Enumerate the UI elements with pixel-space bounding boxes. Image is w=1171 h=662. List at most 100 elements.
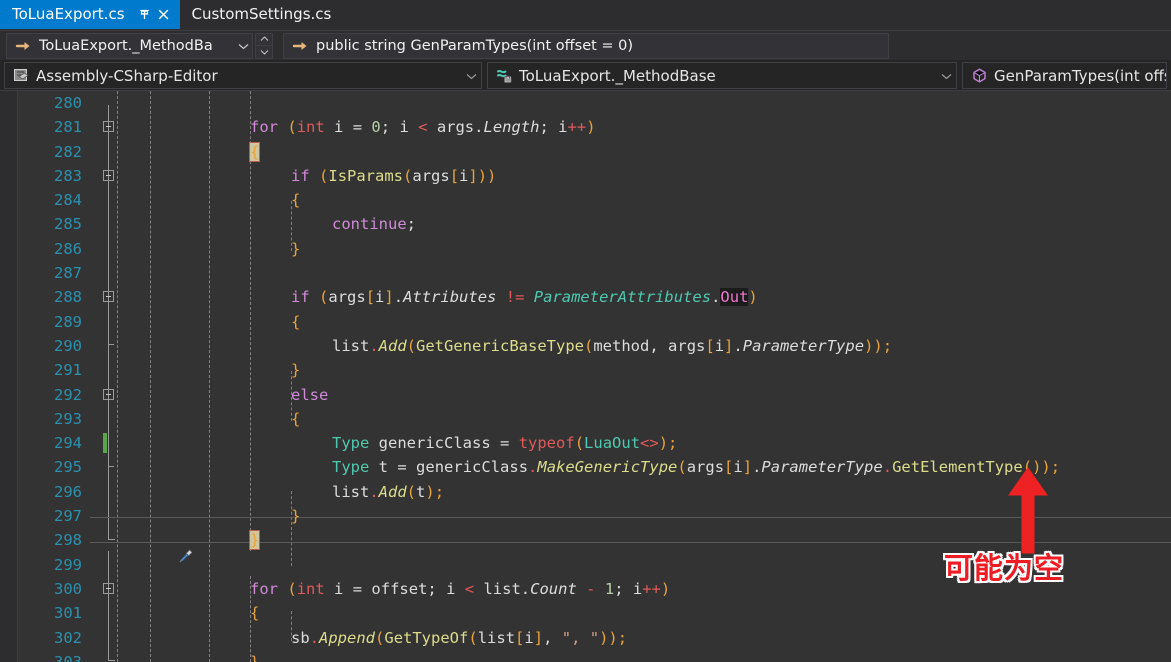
- tab-icon-group: [134, 6, 172, 23]
- code-text: list.Add(t);: [332, 482, 445, 501]
- code-line[interactable]: 284 {: [18, 188, 1171, 212]
- code-text: {: [291, 409, 301, 428]
- type-dropdown-label: ToLuaExport._MethodBa: [39, 37, 213, 54]
- line-number: 296: [54, 482, 82, 501]
- code-line[interactable]: 288 if (args[i].Attributes != ParameterA…: [18, 285, 1171, 309]
- code-line[interactable]: 296 list.Add(t);: [18, 480, 1171, 504]
- scope-navigation-bar: Assembly-CSharp-Editor ToLuaExport._Meth…: [0, 60, 1171, 91]
- type-scope-dropdown-label: ToLuaExport._MethodBase: [519, 66, 716, 85]
- code-line[interactable]: 294 Type genericClass = typeof(LuaOut<>)…: [18, 431, 1171, 455]
- outlining-collapse-toggle[interactable]: [103, 121, 114, 133]
- visual-studio-window: ToLuaExport.cs CustomSettings.cs ToLuaEx…: [0, 0, 1171, 662]
- type-dropdown[interactable]: ToLuaExport._MethodBa: [6, 32, 253, 59]
- line-number: 294: [54, 434, 82, 453]
- line-number: 297: [54, 507, 82, 526]
- line-number: 283: [54, 166, 82, 185]
- code-text: {: [250, 604, 260, 623]
- screwdriver-icon[interactable]: [84, 530, 193, 563]
- tab-toluaexport-cs[interactable]: ToLuaExport.cs: [0, 0, 180, 29]
- type-scope-dropdown[interactable]: ToLuaExport._MethodBase: [487, 62, 957, 89]
- code-text: {: [291, 312, 301, 331]
- code-text: list.Add(GetGenericBaseType(method, args…: [332, 336, 893, 355]
- code-text: }: [291, 361, 301, 380]
- code-text: for (int i = 0; i < args.Length; i++): [250, 118, 596, 137]
- member-navigation-bar: ToLuaExport._MethodBa public string GenP…: [0, 31, 1171, 60]
- editor-tab-strip: ToLuaExport.cs CustomSettings.cs: [0, 0, 1171, 31]
- code-line[interactable]: 292 else: [18, 383, 1171, 407]
- line-number: 281: [54, 118, 82, 137]
- tab-customsettings-cs[interactable]: CustomSettings.cs: [179, 0, 346, 29]
- line-number: 300: [54, 579, 82, 598]
- code-line[interactable]: 286 }: [18, 237, 1171, 261]
- code-text: Type genericClass = typeof(LuaOut<>);: [332, 434, 678, 453]
- code-line[interactable]: 290 list.Add(GetGenericBaseType(method, …: [18, 334, 1171, 358]
- code-text: for (int i = offset; i < list.Count - 1;…: [250, 579, 671, 598]
- project-dropdown[interactable]: Assembly-CSharp-Editor: [4, 62, 482, 89]
- outlining-collapse-toggle[interactable]: [103, 388, 114, 400]
- code-line[interactable]: 302 sb.Append(GetTypeOf(list[i], ", "));: [18, 626, 1171, 650]
- line-number: 282: [54, 142, 82, 161]
- code-text: else: [291, 385, 329, 404]
- code-text: }: [250, 652, 260, 662]
- member-scope-dropdown[interactable]: GenParamTypes(int offset: [962, 62, 1167, 89]
- outlining-collapse-toggle[interactable]: [103, 169, 114, 181]
- member-dropdown-label: public string GenParamTypes(int offset =…: [316, 37, 634, 54]
- code-text: {: [291, 191, 301, 210]
- line-number: 288: [54, 288, 82, 307]
- chevron-down-icon[interactable]: [936, 72, 956, 80]
- code-text: continue;: [332, 215, 416, 234]
- highlighted-reference: Out: [720, 288, 749, 307]
- chevron-down-icon[interactable]: [461, 72, 481, 80]
- method-arrow-icon: [13, 39, 35, 53]
- code-text: Type t = genericClass.MakeGenericType(ar…: [332, 458, 1061, 477]
- outlining-collapse-toggle[interactable]: [103, 291, 114, 303]
- code-line[interactable]: 282 {: [18, 140, 1171, 164]
- line-number: 284: [54, 191, 82, 210]
- chevron-down-icon[interactable]: [234, 42, 252, 50]
- code-text: if (args[i].Attributes != ParameterAttri…: [291, 288, 758, 307]
- code-text: {: [248, 140, 261, 164]
- method-arrow-icon: [290, 39, 312, 53]
- tab-label: CustomSettings.cs: [191, 5, 332, 23]
- pin-icon[interactable]: [136, 6, 153, 23]
- line-number: 287: [54, 264, 82, 283]
- line-number: 286: [54, 239, 82, 258]
- line-number: 285: [54, 215, 82, 234]
- line-number: 303: [54, 652, 82, 662]
- project-icon: [9, 67, 33, 84]
- code-line[interactable]: 301 {: [18, 601, 1171, 625]
- brace-match-highlight: {: [248, 141, 261, 162]
- line-number: 289: [54, 312, 82, 331]
- code-line[interactable]: 281 for (int i = 0; i < args.Length; i++…: [18, 115, 1171, 139]
- member-dropdown[interactable]: public string GenParamTypes(int offset =…: [283, 32, 889, 59]
- member-scope-dropdown-label: GenParamTypes(int offset: [994, 66, 1166, 85]
- close-icon[interactable]: [155, 6, 172, 23]
- line-number: 298: [54, 531, 82, 550]
- line-number: 295: [54, 458, 82, 477]
- code-line[interactable]: 293 {: [18, 407, 1171, 431]
- line-number: 301: [54, 604, 82, 623]
- line-number: 293: [54, 409, 82, 428]
- code-line[interactable]: 295 Type t = genericClass.MakeGenericTyp…: [18, 455, 1171, 479]
- editor-selection-margin: [0, 91, 18, 662]
- outlining-collapse-toggle[interactable]: [103, 582, 114, 594]
- annotation-label: 可能为空: [944, 551, 1065, 585]
- method-icon: [967, 67, 991, 84]
- code-line[interactable]: 280: [18, 91, 1171, 115]
- line-number: 290: [54, 336, 82, 355]
- line-number: 302: [54, 628, 82, 647]
- code-line[interactable]: 287: [18, 261, 1171, 285]
- spin-up-icon[interactable]: [256, 34, 272, 46]
- code-text: }: [248, 528, 261, 552]
- code-line[interactable]: 283 if (IsParams(args[i])): [18, 164, 1171, 188]
- member-spinner[interactable]: [255, 32, 273, 59]
- tab-label: ToLuaExport.cs: [12, 5, 125, 23]
- code-line[interactable]: 291 }: [18, 358, 1171, 382]
- code-line[interactable]: 297 }: [18, 504, 1171, 528]
- spin-down-icon[interactable]: [256, 46, 272, 58]
- code-line[interactable]: 289 {: [18, 310, 1171, 334]
- code-line[interactable]: 285 continue;: [18, 212, 1171, 236]
- line-number: 280: [54, 94, 82, 112]
- code-line[interactable]: 303 }: [18, 650, 1171, 662]
- line-number: 292: [54, 385, 82, 404]
